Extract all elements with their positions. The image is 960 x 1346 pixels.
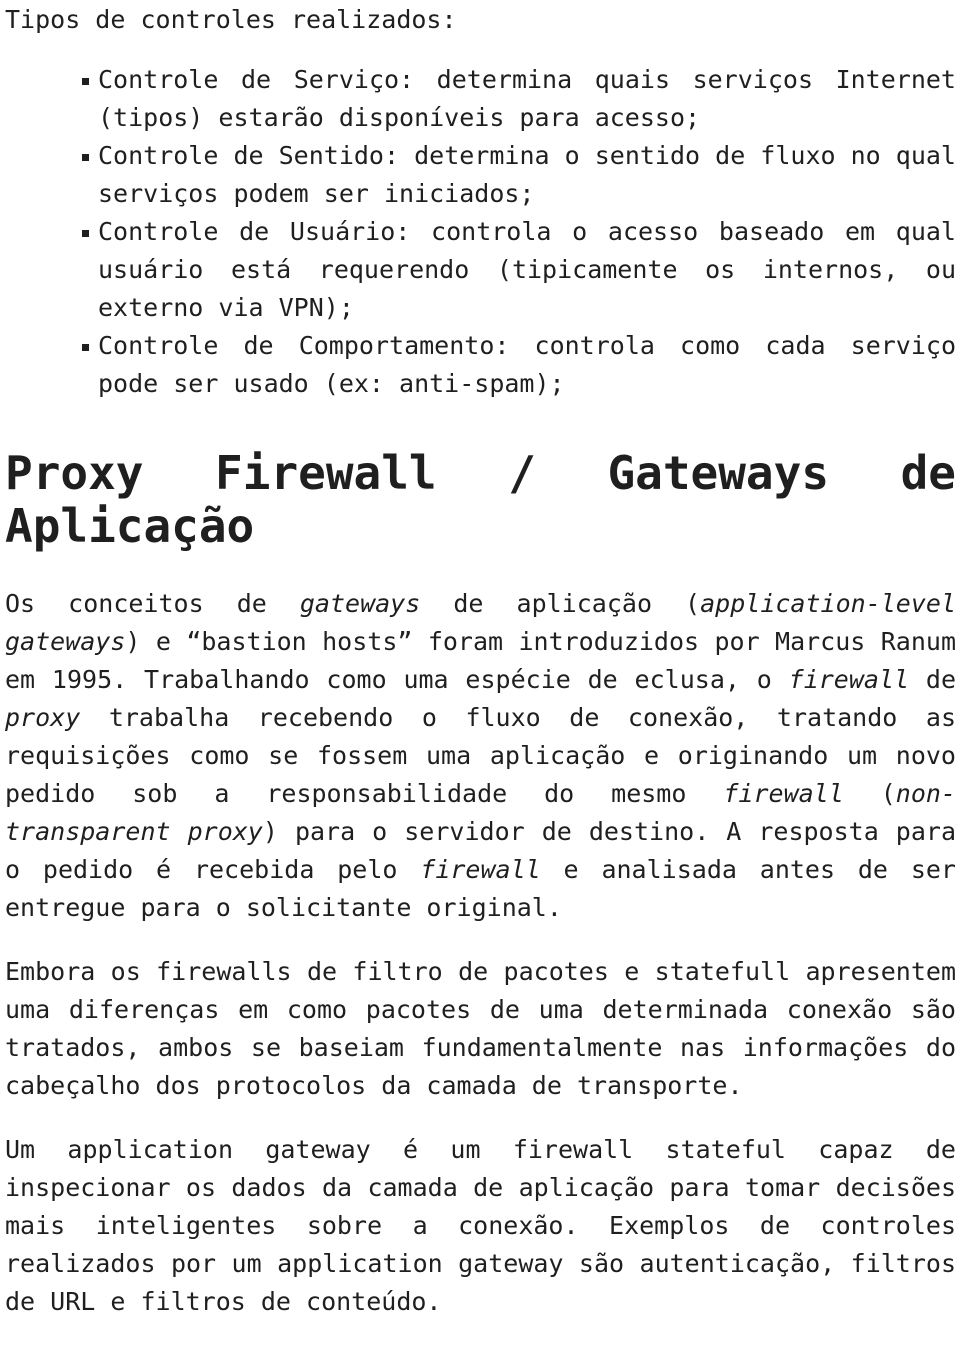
control-types-list: Controle de Serviço: determina quais ser… [5,61,956,403]
emphasis-text: gateways [299,589,421,618]
list-item: Controle de Usuário: controla o acesso b… [5,213,956,327]
square-bullet-icon [82,78,89,85]
list-item-label: Controle de Usuário: controla o acesso b… [98,217,956,322]
emphasis-text: firewall [420,855,541,884]
paragraph-application-gateway-definition: Um application gateway é um firewall sta… [5,1131,956,1321]
square-bullet-icon [82,154,89,161]
intro-line: Tipos de controles realizados: [5,5,457,34]
list-item-label: Controle de Comportamento: controla como… [98,331,956,398]
square-bullet-icon [82,230,89,237]
square-bullet-icon [82,344,89,351]
plain-text: Os conceitos de [5,589,300,618]
plain-text: Embora os firewalls de filtro de pacotes… [5,957,956,1100]
plain-text: ( [843,779,896,808]
list-item-label: Controle de Sentido: determina o sentido… [98,141,956,208]
list-item: Controle de Serviço: determina quais ser… [5,61,956,137]
emphasis-text: proxy [5,703,81,732]
paragraph-packet-filter-comparison: Embora os firewalls de filtro de pacotes… [5,953,956,1105]
title-spacer-bottom [5,553,956,585]
list-item-label: Controle de Serviço: determina quais ser… [98,65,956,132]
document-page: Tipos de controles realizados: Controle … [0,0,960,1346]
list-item: Controle de Comportamento: controla como… [5,327,956,403]
title-spacer-top [5,403,956,447]
emphasis-text: firewall [723,779,844,808]
plain-text: Um application gateway é um firewall sta… [5,1135,956,1316]
section-title: Proxy Firewall / Gateways de Aplicação [5,446,956,553]
list-item: Controle de Sentido: determina o sentido… [5,137,956,213]
paragraph-gateways-intro: Os conceitos de gateways de aplicação (a… [5,585,956,927]
emphasis-text: firewall [788,665,910,694]
plain-text: de aplicação ( [420,589,701,618]
plain-text: de [909,665,956,694]
